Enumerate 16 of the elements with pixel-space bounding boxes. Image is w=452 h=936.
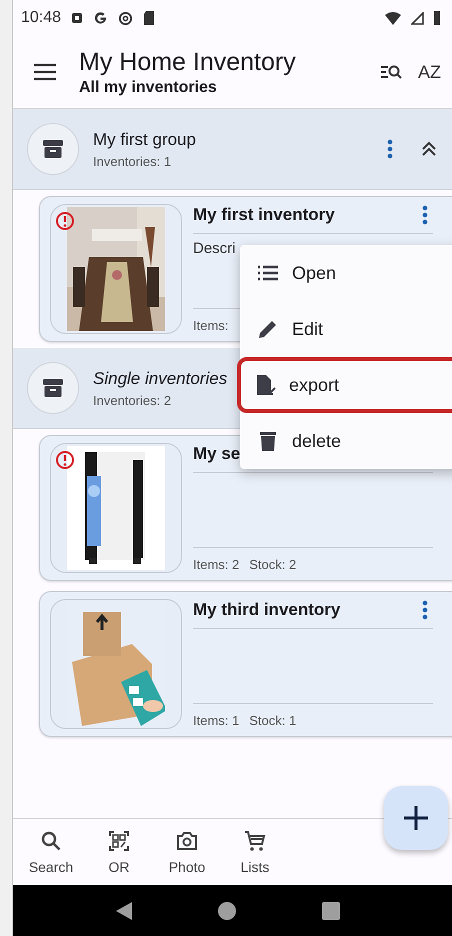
inventory-stat: Items: 1 xyxy=(193,712,240,728)
inventory-stat: Stock: 1 xyxy=(249,712,296,728)
app-title: My Home Inventory xyxy=(79,47,297,77)
inventory-title: My se xyxy=(193,444,242,464)
inventory-stat: Items: xyxy=(193,318,228,332)
inventory-stat: Items: 2 xyxy=(193,556,240,572)
app-subtitle: All my inventories xyxy=(79,79,218,97)
group-name: My first group xyxy=(93,130,196,150)
status-time: 10:48 xyxy=(21,9,62,27)
inventory-description: Descri xyxy=(193,240,236,257)
group-name: Single inventories xyxy=(93,368,228,388)
group-count: Inventories: 2 xyxy=(93,392,172,408)
inventory-title: My third inventory xyxy=(193,600,342,620)
inventory-title: My first inventory xyxy=(193,205,336,225)
group-count: Inventories: 1 xyxy=(93,154,172,168)
inventory-stat: Stock: 2 xyxy=(249,556,296,572)
